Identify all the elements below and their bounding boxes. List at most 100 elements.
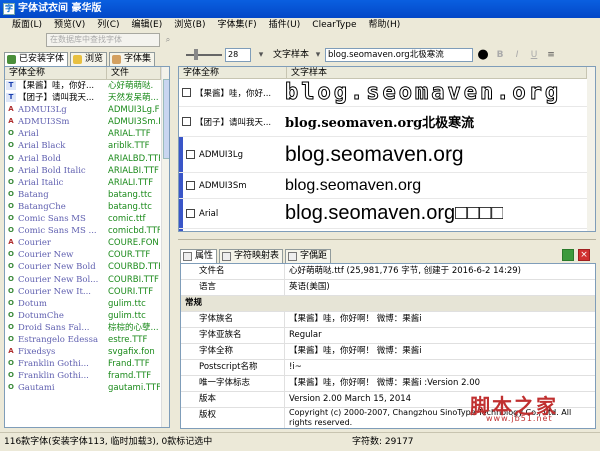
font-list-row[interactable]: T 【团子】请叫我天... 天然发呆萌...: [5, 92, 161, 104]
property-section[interactable]: 常规: [181, 296, 595, 312]
font-list-row[interactable]: O Courier New COUR.TTF: [5, 249, 161, 261]
align-icon[interactable]: ≡: [544, 48, 558, 62]
font-file: Frand.TTF: [108, 359, 150, 370]
vertical-splitter[interactable]: [172, 32, 177, 430]
font-list-row[interactable]: O Franklin Gothi... framd.TTF: [5, 370, 161, 382]
preview-row[interactable]: 【团子】请叫我天... blog.seomaven.org北极寒流: [179, 107, 587, 137]
horizontal-splitter[interactable]: [178, 234, 596, 246]
font-list-row[interactable]: O BatangChe batang.ttc: [5, 201, 161, 213]
preview-scrollbar[interactable]: [587, 67, 595, 231]
preview-row[interactable]: [179, 229, 587, 232]
font-list-row[interactable]: O Dotum gulim.ttc: [5, 298, 161, 310]
menu-help[interactable]: 帮助(H): [363, 18, 407, 32]
font-list-row[interactable]: A ADMUI3Sm ADMUI3Sm.FON: [5, 116, 161, 128]
preview-row[interactable]: ADMUI3Sm blog.seomaven.org: [179, 173, 587, 199]
size-slider[interactable]: [186, 49, 222, 60]
menu-edit[interactable]: 编辑(E): [126, 18, 169, 32]
sample-text-combo[interactable]: blog.seomaven.org北极寒流: [325, 48, 474, 62]
tab-kerning[interactable]: 字偶距: [285, 249, 332, 263]
font-file: 心好萌萌哒.: [108, 81, 154, 91]
dropdown-arrow-icon[interactable]: ▾: [314, 48, 322, 62]
font-size-spinner[interactable]: 28: [225, 48, 251, 62]
property-row[interactable]: 字体全称 【果酱】哇，你好啊！ 微博：果酱i: [181, 344, 595, 360]
property-key: 字体族名: [181, 312, 285, 327]
font-list-scrollbar[interactable]: [161, 67, 169, 427]
close-panel-icon[interactable]: ×: [578, 249, 590, 261]
font-list-row[interactable]: O Arial Bold ARIALBD.TTF: [5, 153, 161, 165]
property-row[interactable]: Postscript名称 !i~: [181, 360, 595, 376]
font-list-row[interactable]: O Comic Sans MS ... comicbd.TTF: [5, 225, 161, 237]
font-list-row[interactable]: O Droid Sans Fal... 棕棕的心孽...: [5, 322, 161, 334]
font-list-row[interactable]: A Fixedsys svgafix.fon: [5, 346, 161, 358]
property-row[interactable]: 语言 英语(美国): [181, 280, 595, 296]
preview-col-sample[interactable]: 文字样本: [287, 67, 587, 78]
font-list-row[interactable]: O Arial Bold Italic ARIALBI.TTF: [5, 165, 161, 177]
underline-button[interactable]: U: [527, 48, 541, 62]
font-list-row[interactable]: O Arial Italic ARIALI.TTF: [5, 177, 161, 189]
bitmap-font-icon: A: [8, 117, 14, 126]
property-row[interactable]: 字体族名 【果酱】哇，你好啊！ 微博：果酱i: [181, 312, 595, 328]
preview-row[interactable]: ADMUI3Lg blog.seomaven.org: [179, 137, 587, 173]
font-list-row[interactable]: A ADMUI3Lg ADMUI3Lg.FON: [5, 104, 161, 116]
font-list-row[interactable]: O Estrangelo Edessa estre.TTF: [5, 334, 161, 346]
font-name: Courier New Bol...: [18, 274, 99, 285]
font-list-row[interactable]: O Franklin Gothi... Frand.TTF: [5, 358, 161, 370]
property-key: 文件名: [181, 264, 285, 279]
font-list-row[interactable]: O Courier New It... COURI.TTF: [5, 286, 161, 298]
status-font-count: 116款字体(安装字体113, 临时加载3), 0款标记选中: [4, 437, 213, 447]
font-list-row[interactable]: O DotumChe gulim.ttc: [5, 310, 161, 322]
scrollbar-thumb[interactable]: [163, 79, 169, 159]
opentype-icon: O: [8, 334, 14, 343]
spinner-arrows-icon[interactable]: ▾: [254, 48, 268, 62]
font-name: Comic Sans MS: [18, 214, 86, 225]
font-name: Comic Sans MS ...: [18, 226, 97, 237]
opentype-icon: O: [8, 383, 14, 392]
menu-cleartype[interactable]: ClearType: [306, 18, 362, 32]
search-input[interactable]: 在数据库中查找字体: [46, 33, 160, 47]
menu-preview[interactable]: 预览(V): [48, 18, 91, 32]
font-list-row[interactable]: O Courier New Bol... COURBI.TTF: [5, 274, 161, 286]
property-row[interactable]: 文件名 心好萌萌哒.ttf (25,981,776 字节, 创建于 2016-6-…: [181, 264, 595, 280]
font-list-row[interactable]: O Courier New Bold COURBD.TTF: [5, 261, 161, 273]
font-list-row[interactable]: O Arial ARIAL.TTF: [5, 128, 161, 140]
tab-font-sets[interactable]: 字体集: [109, 52, 156, 66]
menu-layout[interactable]: 版面(L): [6, 18, 48, 32]
italic-button[interactable]: I: [510, 48, 524, 62]
tab-character-map[interactable]: 字符映射表: [219, 249, 284, 263]
font-file: ARIALBD.TTF: [108, 153, 160, 164]
column-header-file[interactable]: 文件: [107, 67, 161, 79]
column-header-fullname[interactable]: 字体全称: [5, 67, 107, 79]
font-list-row[interactable]: O Batang batang.ttc: [5, 189, 161, 201]
row-checkbox[interactable]: [186, 150, 195, 159]
font-list-row[interactable]: O Comic Sans MS comic.ttf: [5, 213, 161, 225]
property-row[interactable]: 字体亚族名 Regular: [181, 328, 595, 344]
row-checkbox[interactable]: [186, 181, 195, 190]
font-list-row[interactable]: O Arial Black ariblk.TTF: [5, 140, 161, 152]
font-list-row[interactable]: A Courier COURE.FON: [5, 237, 161, 249]
row-checkbox[interactable]: [182, 117, 191, 126]
font-file: ADMUI3Lg.FON: [108, 105, 160, 116]
font-list-row[interactable]: T 【果酱】哇，你好... 心好萌萌哒.: [5, 80, 161, 92]
minimize-panel-icon[interactable]: [562, 249, 574, 261]
preview-col-fullname[interactable]: 字体全称: [179, 67, 287, 78]
row-checkbox[interactable]: [186, 209, 195, 218]
preview-row[interactable]: Arial blog.seomaven.org□□□□: [179, 199, 587, 229]
menu-columns[interactable]: 列(C): [91, 18, 125, 32]
tab-installed-fonts[interactable]: 已安装字体: [4, 52, 69, 66]
font-folder-icon: [7, 55, 16, 64]
menu-plugins[interactable]: 插件(U): [263, 18, 307, 32]
row-checkbox[interactable]: [182, 88, 191, 97]
color-picker-icon[interactable]: ●: [476, 48, 490, 62]
bold-button[interactable]: B: [493, 48, 507, 62]
font-list-panel: 字体全称 文件 T 【果酱】哇，你好... 心好萌萌哒. T 【团子】请叫我天... 天然…: [4, 66, 170, 428]
menu-fontset[interactable]: 字体集(F): [211, 18, 262, 32]
font-name: Dotum: [18, 298, 47, 309]
row-checkbox[interactable]: [186, 231, 195, 232]
opentype-icon: O: [8, 141, 14, 150]
font-list-row[interactable]: O Gautami gautami.TTF: [5, 382, 161, 394]
menu-browse[interactable]: 浏览(B): [168, 18, 211, 32]
preview-row[interactable]: 【果酱】哇，你好... blog.seomaven.org: [179, 79, 587, 107]
tab-browse[interactable]: 浏览: [70, 52, 108, 66]
tab-properties[interactable]: 属性: [180, 249, 218, 263]
font-list-header: 字体全称 文件: [5, 67, 161, 80]
